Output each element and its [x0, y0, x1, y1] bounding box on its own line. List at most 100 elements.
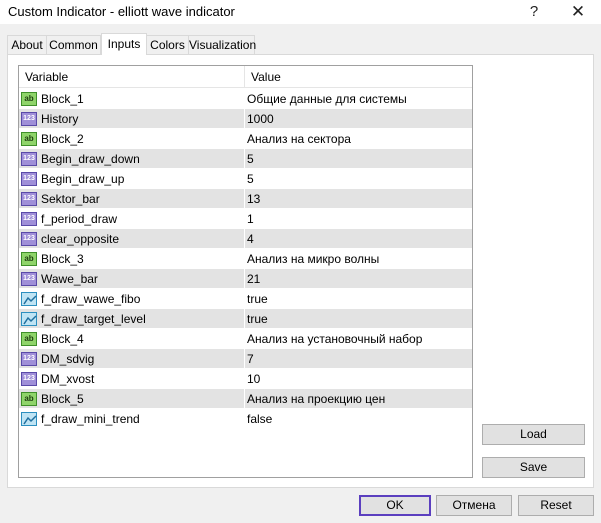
integer-type-icon: 123	[21, 152, 37, 166]
string-type-icon: ab	[21, 332, 37, 346]
reset-button[interactable]: Reset	[518, 495, 594, 516]
table-row[interactable]: ab Block_2 Анализ на сектора	[19, 129, 472, 149]
variable-cell: 123 History	[19, 109, 245, 129]
load-button[interactable]: Load	[482, 424, 585, 445]
table-row[interactable]: 123 DM_sdvig 7	[19, 349, 472, 369]
inputs-grid[interactable]: Variable Value ab Block_1 Общие данные для…	[18, 65, 473, 478]
boolean-type-icon	[21, 312, 37, 326]
string-type-icon: ab	[21, 92, 37, 106]
value-cell[interactable]: 5	[247, 169, 472, 189]
grid-header: Variable Value	[19, 66, 472, 88]
variable-name: clear_opposite	[41, 232, 120, 246]
integer-type-icon: 123	[21, 172, 37, 186]
variable-cell: ab Block_2	[19, 129, 245, 149]
tab-about[interactable]: About	[7, 35, 47, 54]
table-row[interactable]: 123 Sektor_bar 13	[19, 189, 472, 209]
table-row[interactable]: 123 f_period_draw 1	[19, 209, 472, 229]
table-row[interactable]: f_draw_wawe_fibo true	[19, 289, 472, 309]
value-cell[interactable]: 10	[247, 369, 472, 389]
variable-name: Block_5	[41, 392, 84, 406]
variable-cell: ab Block_5	[19, 389, 245, 409]
variable-name: Begin_draw_up	[41, 172, 125, 186]
variable-name: Sektor_bar	[41, 192, 100, 206]
value-cell[interactable]: 4	[247, 229, 472, 249]
variable-name: Wawe_bar	[41, 272, 98, 286]
table-row[interactable]: ab Block_3 Анализ на микро волны	[19, 249, 472, 269]
value-cell[interactable]: 5	[247, 149, 472, 169]
variable-cell: 123 f_period_draw	[19, 209, 245, 229]
boolean-type-icon	[21, 412, 37, 426]
table-row[interactable]: ab Block_5 Анализ на проекцию цен	[19, 389, 472, 409]
variable-cell: 123 Begin_draw_down	[19, 149, 245, 169]
variable-cell: 123 Begin_draw_up	[19, 169, 245, 189]
integer-type-icon: 123	[21, 272, 37, 286]
variable-name: f_draw_mini_trend	[41, 412, 140, 426]
table-row[interactable]: ab Block_4 Анализ на установочный набор	[19, 329, 472, 349]
save-button[interactable]: Save	[482, 457, 585, 478]
variable-cell: ab Block_1	[19, 89, 245, 109]
value-cell[interactable]: 13	[247, 189, 472, 209]
header-value[interactable]: Value	[245, 66, 472, 88]
window-title: Custom Indicator - elliott wave indicato…	[8, 4, 235, 19]
tab-colors[interactable]: Colors	[146, 35, 189, 54]
variable-name: Block_1	[41, 92, 84, 106]
close-button[interactable]: ✕	[556, 0, 600, 24]
variable-name: Block_3	[41, 252, 84, 266]
variable-cell: 123 Wawe_bar	[19, 269, 245, 289]
help-button[interactable]: ?	[512, 0, 556, 24]
table-row[interactable]: 123 History 1000	[19, 109, 472, 129]
tab-common[interactable]: Common	[46, 35, 101, 54]
integer-type-icon: 123	[21, 192, 37, 206]
variable-cell: 123 DM_sdvig	[19, 349, 245, 369]
table-row[interactable]: 123 Begin_draw_down 5	[19, 149, 472, 169]
value-cell[interactable]: Анализ на установочный набор	[247, 329, 472, 349]
header-variable[interactable]: Variable	[19, 66, 245, 88]
title-bar: Custom Indicator - elliott wave indicato…	[0, 0, 601, 24]
variable-name: Begin_draw_down	[41, 152, 140, 166]
value-cell[interactable]: 1000	[247, 109, 472, 129]
string-type-icon: ab	[21, 392, 37, 406]
string-type-icon: ab	[21, 132, 37, 146]
integer-type-icon: 123	[21, 352, 37, 366]
variable-cell: ab Block_4	[19, 329, 245, 349]
variable-name: Block_4	[41, 332, 84, 346]
integer-type-icon: 123	[21, 112, 37, 126]
table-row[interactable]: 123 clear_opposite 4	[19, 229, 472, 249]
variable-name: f_draw_wawe_fibo	[41, 292, 141, 306]
value-cell[interactable]: true	[247, 289, 472, 309]
table-row[interactable]: ab Block_1 Общие данные для системы	[19, 89, 472, 109]
table-row[interactable]: 123 Begin_draw_up 5	[19, 169, 472, 189]
integer-type-icon: 123	[21, 212, 37, 226]
tab-inputs[interactable]: Inputs	[101, 33, 147, 55]
table-row[interactable]: 123 DM_xvost 10	[19, 369, 472, 389]
value-cell[interactable]: 1	[247, 209, 472, 229]
value-cell[interactable]: true	[247, 309, 472, 329]
variable-name: DM_sdvig	[41, 352, 95, 366]
variable-cell: f_draw_target_level	[19, 309, 245, 329]
value-cell[interactable]: Анализ на проекцию цен	[247, 389, 472, 409]
table-row[interactable]: 123 Wawe_bar 21	[19, 269, 472, 289]
integer-type-icon: 123	[21, 232, 37, 246]
variable-name: f_period_draw	[41, 212, 118, 226]
variable-cell: 123 clear_opposite	[19, 229, 245, 249]
ok-button[interactable]: OK	[359, 495, 431, 516]
value-cell[interactable]: 7	[247, 349, 472, 369]
variable-name: Block_2	[41, 132, 84, 146]
variable-name: DM_xvost	[41, 372, 95, 386]
variable-name: f_draw_target_level	[41, 312, 146, 326]
cancel-button[interactable]: Отмена	[436, 495, 512, 516]
table-row[interactable]: f_draw_target_level true	[19, 309, 472, 329]
integer-type-icon: 123	[21, 372, 37, 386]
value-cell[interactable]: Анализ на сектора	[247, 129, 472, 149]
boolean-type-icon	[21, 292, 37, 306]
value-cell[interactable]: Анализ на микро волны	[247, 249, 472, 269]
value-cell[interactable]: Общие данные для системы	[247, 89, 472, 109]
table-row[interactable]: f_draw_mini_trend false	[19, 409, 472, 429]
variable-cell: f_draw_mini_trend	[19, 409, 245, 429]
variable-cell: 123 DM_xvost	[19, 369, 245, 389]
variable-cell: ab Block_3	[19, 249, 245, 269]
variable-cell: 123 Sektor_bar	[19, 189, 245, 209]
tab-visualization[interactable]: Visualization	[188, 35, 256, 54]
value-cell[interactable]: false	[247, 409, 472, 429]
value-cell[interactable]: 21	[247, 269, 472, 289]
